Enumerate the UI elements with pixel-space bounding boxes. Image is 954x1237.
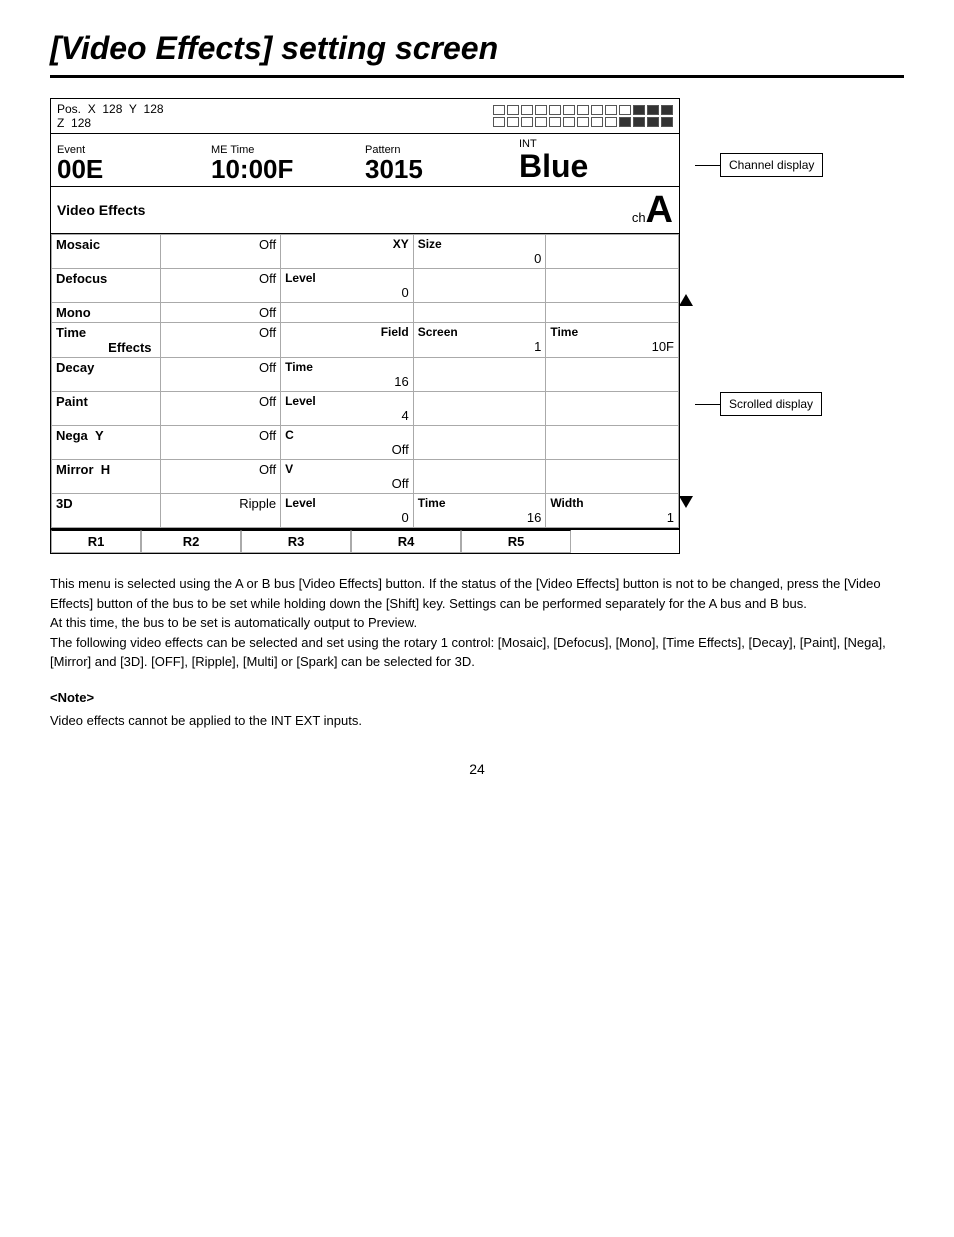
r-labels-row: R1 R2 R3 R4 R5: [51, 528, 679, 553]
r4-label: R4: [351, 530, 461, 553]
description-section: This menu is selected using the A or B b…: [50, 574, 904, 731]
table-row: Mono Off: [52, 303, 679, 323]
screen-box: Pos. X 128 Y 128 Z 128: [50, 98, 680, 554]
scroll-up-arrow: [679, 294, 693, 306]
scroll-down-arrow: [679, 496, 693, 508]
int-value: Blue: [519, 150, 673, 182]
effects-table: Mosaic Off XY Size0 Defocus Off Level0: [51, 234, 679, 528]
x-value: 128: [102, 102, 122, 116]
description-para3: The following video effects can be selec…: [50, 633, 904, 672]
r3-label: R3: [241, 530, 351, 553]
callout-line-1: [695, 165, 720, 166]
page-title: [Video Effects] setting screen: [50, 30, 904, 78]
table-row: Decay Off Time 16: [52, 358, 679, 392]
me-time-value: 10:00F: [211, 156, 365, 182]
pattern-value: 3015: [365, 156, 519, 182]
r5-label: R5: [461, 530, 571, 553]
table-row: Mosaic Off XY Size0: [52, 235, 679, 269]
table-row: Paint Off Level 4: [52, 392, 679, 426]
table-row: 3D Ripple Level 0 Time 16 Width: [52, 494, 679, 528]
channel-display-box: Channel display: [720, 153, 823, 177]
ch-value: A: [646, 191, 673, 229]
scrolled-display-callout: Scrolled display: [695, 392, 823, 416]
channel-row: Event 00E ME Time 10:00F Pattern 3015 IN…: [51, 134, 679, 187]
event-value: 00E: [57, 156, 211, 182]
description-para1: This menu is selected using the A or B b…: [50, 574, 904, 613]
table-row: Nega Y Off C Off: [52, 426, 679, 460]
effects-table-wrapper: Mosaic Off XY Size0 Defocus Off Level0: [51, 234, 679, 528]
description-para2: At this time, the bus to be set is autom…: [50, 613, 904, 633]
ve-header: Video Effects ch A: [51, 187, 679, 234]
status-bar: Pos. X 128 Y 128 Z 128: [51, 99, 679, 134]
page-number: 24: [50, 761, 904, 777]
y-value: 128: [144, 102, 164, 116]
y-label: Y: [129, 102, 137, 116]
ch-label: ch: [632, 210, 646, 225]
note-text: Video effects cannot be applied to the I…: [50, 711, 904, 731]
indicator-boxes: [493, 105, 673, 127]
callout-line-2: [695, 404, 720, 405]
callouts: Channel display Scrolled display: [695, 98, 823, 416]
ve-title: Video Effects: [57, 202, 145, 218]
channel-display-callout: Channel display: [695, 153, 823, 177]
z-label: Z: [57, 116, 64, 130]
x-label: X: [88, 102, 96, 116]
table-row: Time Effects Off Field Screen 1 Time: [52, 323, 679, 358]
pos-label: Pos.: [57, 102, 81, 116]
table-row: Mirror H Off V Off: [52, 460, 679, 494]
scrolled-display-box: Scrolled display: [720, 392, 822, 416]
r2-label: R2: [141, 530, 241, 553]
r1-label: R1: [51, 530, 141, 553]
scroll-indicators: [679, 294, 693, 508]
note-title: <Note>: [50, 688, 904, 708]
z-value: 128: [71, 116, 91, 130]
table-row: Defocus Off Level0: [52, 269, 679, 303]
